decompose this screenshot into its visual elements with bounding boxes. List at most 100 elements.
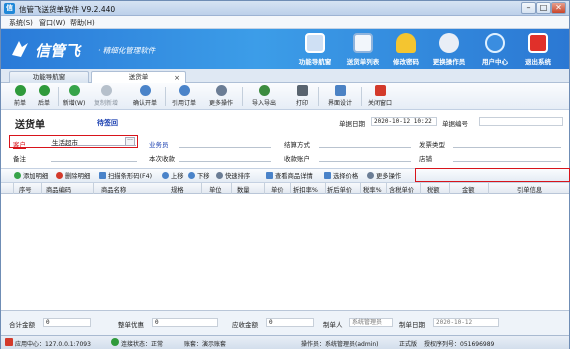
menu-help[interactable]: 帮助(H) — [70, 18, 95, 28]
connection-status: 连接状态：正常 — [121, 341, 164, 348]
copy-new-button[interactable]: 复制新增 — [89, 84, 123, 109]
store-field[interactable] — [453, 161, 561, 162]
delete-detail-button[interactable]: 删除明细 — [56, 171, 90, 180]
reference-order-button[interactable]: 引用订单 — [167, 84, 201, 109]
more-icon — [215, 85, 227, 96]
order-discount-field[interactable]: 0 — [152, 318, 218, 327]
nav-window-label: 功能导航窗 — [298, 58, 332, 66]
maximize-button[interactable]: □ — [536, 2, 551, 14]
next-doc-label: 后单 — [37, 100, 50, 107]
account-field[interactable] — [319, 161, 411, 162]
date-field[interactable]: 2020-10-12 10:22 — [371, 117, 437, 126]
change-password-label: 修改密码 — [393, 58, 419, 66]
move-up-button[interactable]: 上移 — [162, 171, 184, 180]
print-button[interactable]: 打印 — [290, 84, 314, 109]
tab-nav-window[interactable]: 功能导航窗 — [9, 71, 89, 83]
invoice-type-field[interactable] — [453, 147, 561, 148]
change-password-button[interactable]: 修改密码 — [385, 32, 427, 68]
import-export-label: 导入导出 — [251, 100, 276, 107]
account-label: 收款账户 — [284, 155, 310, 163]
col-discount-rate[interactable]: 折扣率% — [293, 185, 318, 194]
menu-system[interactable]: 系统(S) — [9, 18, 33, 28]
col-discounted-price[interactable]: 折后单价 — [327, 185, 352, 194]
column-divider — [420, 183, 421, 194]
detail-grid[interactable]: 序号 商品编码 商品名称 规格 单位 数量 单价 折扣率% 折后单价 税率% 含… — [1, 183, 569, 311]
col-spec[interactable]: 规格 — [171, 185, 184, 194]
exit-system-button[interactable]: 退出系统 — [517, 32, 559, 68]
customer-label[interactable]: 客户 — [13, 139, 26, 149]
menu-window[interactable]: 窗口(W) — [39, 18, 65, 28]
switch-operator-label: 更换操作员 — [432, 58, 466, 66]
ui-design-label: 界面设计 — [327, 100, 352, 107]
col-ref-info[interactable]: 引单信息 — [517, 185, 542, 194]
grid-header: 序号 商品编码 商品名称 规格 单位 数量 单价 折扣率% 折后单价 税率% 含… — [1, 183, 569, 194]
column-divider — [449, 183, 450, 194]
delivery-list-button[interactable]: 送货单列表 — [342, 32, 384, 68]
sort-icon — [216, 172, 223, 179]
select-price-label: 选择价格 — [333, 173, 359, 180]
maker-label: 制单人 — [323, 321, 343, 329]
col-index[interactable]: 序号 — [19, 185, 32, 194]
brand-logo-icon — [12, 41, 28, 57]
highlight-box — [415, 168, 570, 182]
reference-icon — [178, 85, 190, 96]
detail-icon — [266, 172, 273, 179]
price-icon — [324, 172, 331, 179]
ui-design-button[interactable]: 界面设计 — [323, 84, 357, 109]
import-export-button[interactable]: 导入导出 — [247, 84, 281, 109]
settlement-field[interactable] — [319, 147, 411, 148]
prev-doc-button[interactable]: 前单 — [9, 84, 31, 109]
user-center-button[interactable]: 用户中心 — [474, 32, 516, 68]
collected-field[interactable] — [179, 161, 271, 162]
more-actions-button[interactable]: 更多操作 — [204, 84, 238, 109]
make-date-label: 制单日期 — [399, 321, 425, 329]
customer-lookup-button[interactable]: ··· — [125, 137, 135, 146]
col-unit[interactable]: 单位 — [209, 185, 222, 194]
col-tax-incl-price[interactable]: 含税单价 — [389, 185, 414, 194]
move-down-button[interactable]: 下移 — [188, 171, 210, 180]
col-tax-amount[interactable]: 税额 — [427, 185, 440, 194]
add-detail-button[interactable]: 添加明细 — [14, 171, 48, 180]
barcode-icon — [99, 172, 106, 179]
col-product-name[interactable]: 商品名称 — [101, 185, 126, 194]
page-title: 送货单 — [15, 120, 45, 131]
nav-window-button[interactable]: 功能导航窗 — [294, 32, 336, 68]
select-price-button[interactable]: 选择价格 — [324, 171, 358, 180]
exit-system-label: 退出系统 — [525, 58, 551, 66]
doc-number-field[interactable] — [479, 117, 563, 126]
customer-input[interactable]: 生活超市 — [51, 137, 136, 147]
tab-delivery-note[interactable]: 送货单 × — [91, 71, 186, 83]
close-window-button[interactable]: 关闭窗口 — [363, 84, 397, 109]
salesperson-label[interactable]: 业务员 — [149, 139, 169, 149]
close-button[interactable]: ✕ — [551, 2, 566, 14]
design-icon — [334, 85, 346, 96]
serial-status: 授权序列号：051696989 — [424, 341, 495, 348]
new-doc-button[interactable]: 新增(W) — [61, 84, 87, 109]
col-amount[interactable]: 金额 — [462, 185, 475, 194]
list-icon — [353, 33, 373, 53]
column-divider — [360, 183, 361, 194]
grid-more-actions-button[interactable]: 更多操作 — [367, 171, 401, 180]
scan-barcode-button[interactable]: 扫描条形码(F4) — [99, 171, 152, 180]
title-bar: 信 信管飞送货单软件 V9.2.440 – □ ✕ — [1, 1, 569, 16]
monitor-icon — [305, 33, 325, 53]
receivable-field: 0 — [266, 318, 314, 327]
salesperson-field[interactable] — [179, 147, 271, 148]
brand-name: 信管飞 — [35, 42, 81, 60]
confirm-doc-button[interactable]: 确认开单 — [128, 84, 162, 109]
add-detail-label: 添加明细 — [23, 173, 49, 180]
col-unit-price[interactable]: 单价 — [271, 185, 284, 194]
operator-status: 操作员：系统管理员(admin) — [301, 341, 379, 348]
col-quantity[interactable]: 数量 — [237, 185, 250, 194]
quick-sort-button[interactable]: 快速排序 — [216, 171, 250, 180]
col-tax-rate[interactable]: 税率% — [363, 185, 382, 194]
new-doc-label: 新增(W) — [62, 100, 86, 107]
maker-field: 系统管理员 — [349, 318, 393, 327]
minimize-button[interactable]: – — [521, 2, 536, 14]
view-product-detail-button[interactable]: 查看商品详情 — [266, 171, 313, 180]
confirm-doc-label: 确认开单 — [132, 100, 157, 107]
switch-operator-button[interactable]: 更换操作员 — [428, 32, 470, 68]
next-doc-button[interactable]: 后单 — [33, 84, 55, 109]
col-product-code[interactable]: 商品编码 — [46, 185, 71, 194]
remark-field[interactable] — [51, 161, 137, 162]
